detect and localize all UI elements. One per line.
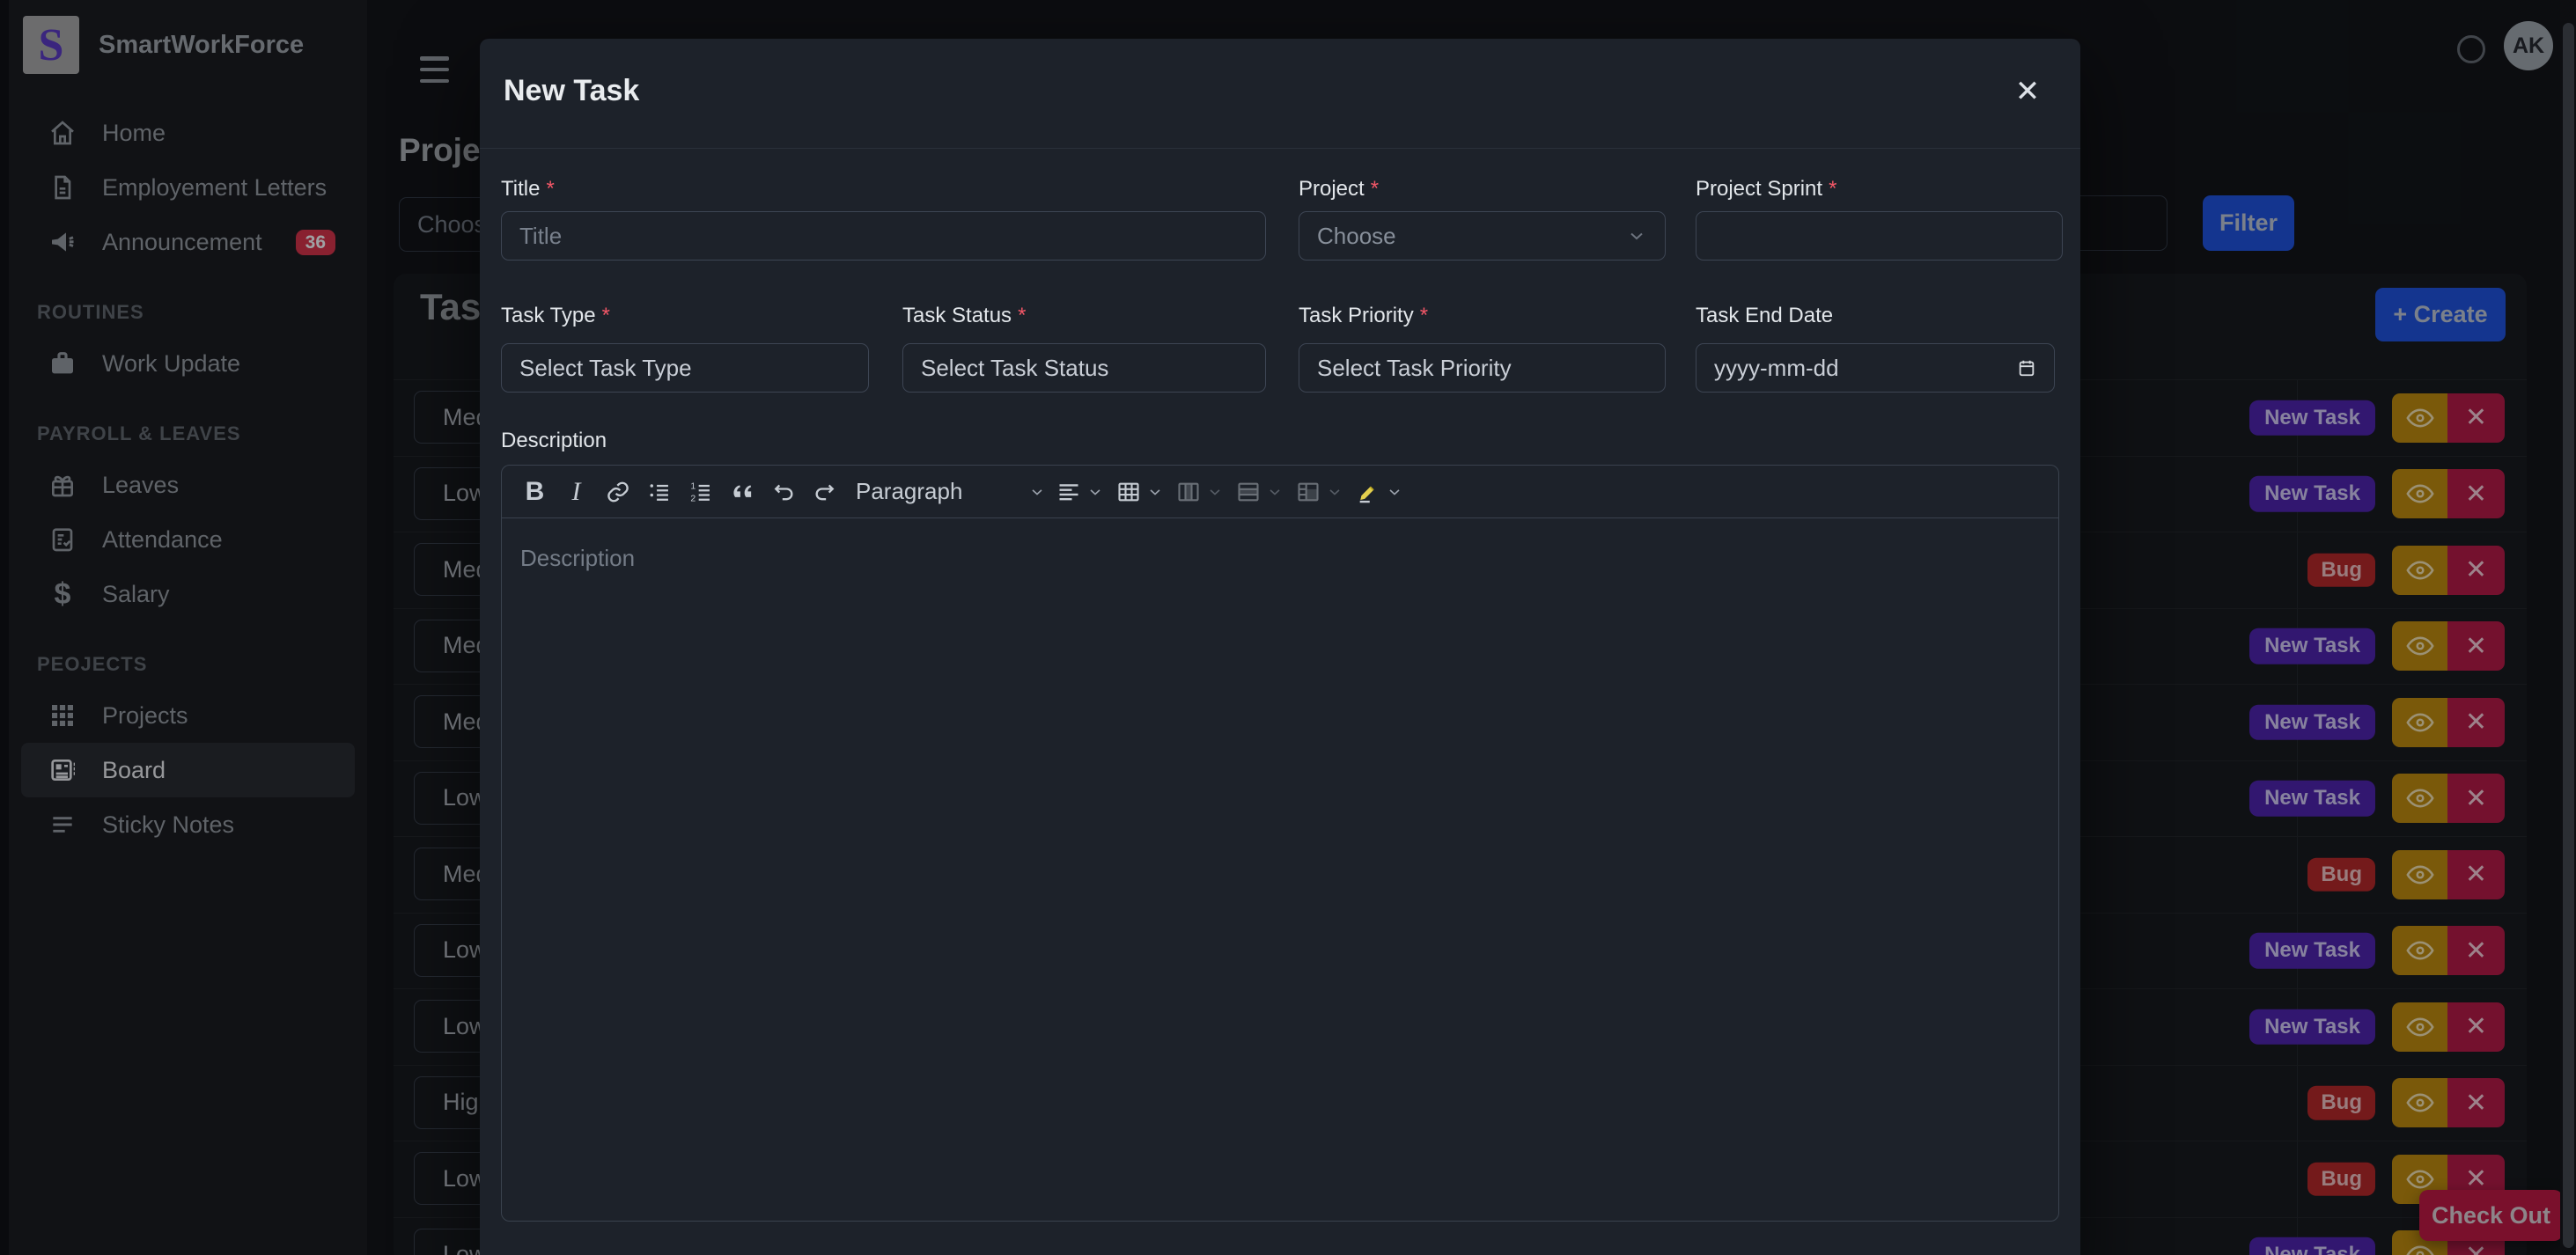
task-type-label: Task Type* [501, 304, 610, 328]
description-placeholder: Description [520, 545, 635, 572]
description-textarea[interactable]: Description [502, 518, 2058, 1221]
required-asterisk: * [602, 304, 610, 327]
undo-icon [771, 480, 796, 504]
editor-toolbar: B I 12 Paragraph [502, 466, 2058, 518]
highlight-dropdown[interactable] [1356, 473, 1403, 510]
alignment-icon [1056, 480, 1081, 504]
project-select-value: Choose [1317, 223, 1396, 250]
block-quote-icon [730, 480, 754, 504]
bulleted-list-button[interactable] [638, 473, 680, 510]
chevron-down-icon [1326, 483, 1343, 501]
numbered-list-icon: 12 [688, 480, 713, 504]
insert-table-icon [1116, 480, 1141, 504]
task-priority-select[interactable]: Select Task Priority [1299, 343, 1666, 393]
project-sprint-input[interactable] [1696, 211, 2063, 261]
text-alignment-dropdown[interactable] [1056, 473, 1104, 510]
table-row-dropdown[interactable] [1236, 473, 1284, 510]
description-editor: B I 12 Paragraph [501, 465, 2059, 1222]
title-input[interactable] [501, 211, 1266, 261]
modal-close-button[interactable]: ✕ [2006, 70, 2049, 113]
calendar-icon[interactable] [2017, 357, 2036, 378]
bulleted-list-icon [647, 480, 672, 504]
description-label: Description [501, 429, 607, 453]
task-type-value: Select Task Type [519, 355, 692, 382]
chevron-down-icon [1386, 483, 1403, 501]
chevron-down-icon [1028, 483, 1046, 501]
insert-table-dropdown[interactable] [1116, 473, 1164, 510]
required-asterisk: * [1371, 177, 1379, 201]
modal-header-divider [480, 148, 2080, 149]
table-row-icon [1236, 480, 1261, 504]
link-icon [606, 480, 630, 504]
undo-button[interactable] [762, 473, 804, 510]
task-status-select[interactable]: Select Task Status [902, 343, 1266, 393]
svg-text:1: 1 [690, 481, 696, 491]
chevron-down-icon [1146, 483, 1164, 501]
merge-cells-icon [1296, 480, 1321, 504]
task-end-date-label: Task End Date [1696, 304, 1833, 328]
task-end-date-value: yyyy-mm-dd [1714, 355, 1839, 382]
numbered-list-button[interactable]: 12 [680, 473, 721, 510]
title-label: Title* [501, 177, 555, 202]
highlighter-icon [1356, 480, 1380, 504]
modal-title: New Task [504, 74, 639, 108]
project-sprint-label: Project Sprint* [1696, 177, 1836, 202]
table-column-dropdown[interactable] [1176, 473, 1224, 510]
block-quote-button[interactable] [721, 473, 762, 510]
italic-button[interactable]: I [556, 473, 597, 510]
bold-button[interactable]: B [514, 473, 556, 510]
svg-text:2: 2 [690, 493, 696, 503]
project-label: Project* [1299, 177, 1379, 202]
chevron-down-icon [1266, 483, 1284, 501]
required-asterisk: * [1829, 177, 1836, 201]
table-column-icon [1176, 480, 1201, 504]
project-select[interactable]: Choose [1299, 211, 1666, 261]
task-priority-label: Task Priority* [1299, 304, 1428, 328]
task-type-select[interactable]: Select Task Type [501, 343, 869, 393]
required-asterisk: * [1420, 304, 1428, 327]
required-asterisk: * [1018, 304, 1026, 327]
link-button[interactable] [597, 473, 638, 510]
required-asterisk: * [546, 177, 554, 201]
chevron-down-icon [1626, 225, 1647, 246]
task-priority-value: Select Task Priority [1317, 355, 1512, 382]
merge-cells-dropdown[interactable] [1296, 473, 1343, 510]
redo-icon [813, 480, 837, 504]
chevron-down-icon [1206, 483, 1224, 501]
task-status-label: Task Status* [902, 304, 1026, 328]
app-screen: S SmartWorkForce HomeEmployement Letters… [0, 0, 2576, 1255]
chevron-down-icon [1086, 483, 1104, 501]
task-end-date-input[interactable]: yyyy-mm-dd [1696, 343, 2055, 393]
paragraph-style-dropdown[interactable]: Paragraph [856, 473, 1046, 510]
close-icon: ✕ [2015, 74, 2041, 109]
redo-button[interactable] [804, 473, 845, 510]
new-task-modal: New Task ✕ Title* Project* Choose Projec… [480, 39, 2080, 1255]
paragraph-style-value: Paragraph [856, 478, 962, 505]
task-status-value: Select Task Status [921, 355, 1108, 382]
